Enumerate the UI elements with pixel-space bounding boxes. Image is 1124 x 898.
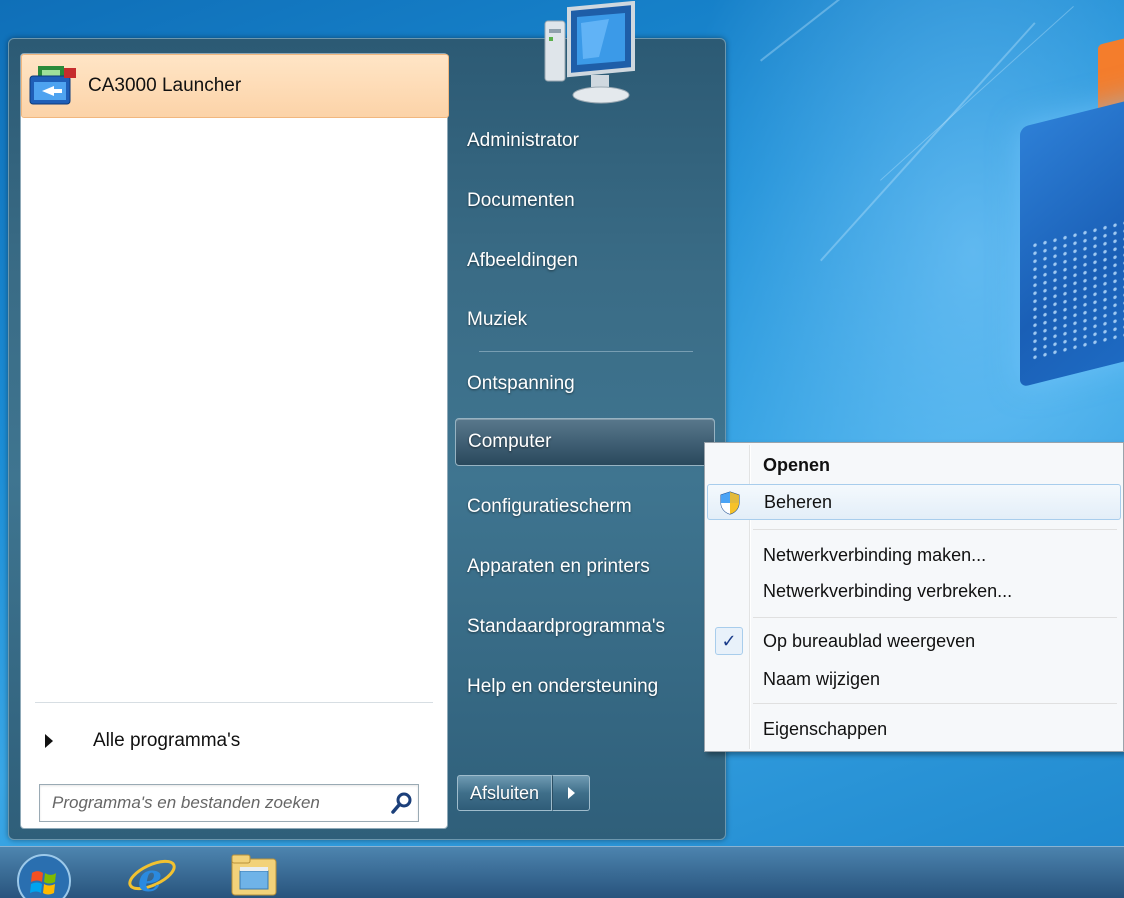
user-picture-computer-icon[interactable]	[529, 0, 649, 131]
shutdown-options-button[interactable]	[552, 775, 591, 811]
context-item-beheren[interactable]: Beheren	[707, 484, 1121, 520]
right-item-afbeeldingen[interactable]: Afbeeldingen	[455, 237, 715, 285]
right-item-computer[interactable]: Computer	[455, 418, 715, 466]
context-item-label: Beheren	[764, 491, 833, 512]
right-item-documenten[interactable]: Documenten	[455, 177, 715, 225]
context-item-netwerkverbinding-verbreken[interactable]: Netwerkverbinding verbreken...	[707, 573, 1121, 609]
context-menu-separator	[753, 703, 1117, 704]
context-item-label: Netwerkverbinding verbreken...	[763, 580, 1013, 601]
pinned-item-ca3000-launcher[interactable]: CA3000 Launcher	[21, 54, 449, 118]
context-item-eigenschappen[interactable]: Eigenschappen	[707, 711, 1121, 747]
all-programs-label: Alle programma's	[93, 730, 241, 751]
right-item-muziek[interactable]: Muziek	[455, 296, 715, 344]
search-input[interactable]	[52, 788, 386, 818]
right-item-ontspanning[interactable]: Ontspanning	[455, 360, 715, 408]
context-item-label: Openen	[763, 454, 831, 475]
right-item-standaardprogrammas[interactable]: Standaardprogramma's	[455, 603, 715, 651]
right-item-administrator[interactable]: Administrator	[455, 117, 715, 165]
context-item-netwerkverbinding-maken[interactable]: Netwerkverbinding maken...	[707, 537, 1121, 573]
start-menu-left-pane: CA3000 Launcher Alle programma's	[20, 53, 449, 829]
context-item-label: Netwerkverbinding maken...	[763, 544, 987, 565]
context-item-op-bureaublad-weergeven[interactable]: ✓ Op bureaublad weergeven	[707, 623, 1121, 659]
right-pane-divider	[479, 351, 693, 352]
right-item-apparaten-en-printers[interactable]: Apparaten en printers	[455, 543, 715, 591]
shutdown-button[interactable]: Afsluiten	[457, 775, 553, 811]
start-menu: CA3000 Launcher Alle programma's Adminis…	[8, 0, 726, 840]
right-item-configuratiescherm[interactable]: Configuratiescherm	[455, 483, 715, 531]
context-item-naam-wijzigen[interactable]: Naam wijzigen	[707, 661, 1121, 697]
checkmark-icon: ✓	[715, 627, 743, 655]
context-item-openen[interactable]: Openen	[707, 447, 1121, 483]
context-item-label: Eigenschappen	[763, 718, 888, 739]
context-menu-separator	[753, 617, 1117, 618]
computer-context-menu: Openen Beheren Netwerkverbinding maken..…	[704, 442, 1124, 752]
shutdown-group: Afsluiten	[457, 775, 591, 811]
context-menu-separator	[753, 529, 1117, 530]
triangle-right-icon	[45, 734, 53, 748]
context-item-label: Naam wijzigen	[763, 668, 881, 689]
triangle-right-icon	[567, 787, 575, 799]
context-item-label: Op bureaublad weergeven	[763, 630, 976, 651]
windows-explorer-icon[interactable]	[226, 853, 282, 897]
internet-explorer-icon[interactable]: e	[124, 851, 180, 898]
taskbar: e	[0, 846, 1124, 898]
windows-logo-dots	[1030, 217, 1124, 363]
ca3000-launcher-icon	[28, 64, 78, 108]
all-programs-button[interactable]: Alle programma's	[21, 718, 449, 764]
pinned-item-label: CA3000 Launcher	[88, 75, 242, 96]
left-pane-divider	[35, 702, 433, 703]
search-icon[interactable]	[386, 787, 418, 819]
right-item-help-en-ondersteuning[interactable]: Help en ondersteuning	[455, 663, 715, 711]
start-orb-icon[interactable]	[12, 851, 76, 898]
svg-text:e: e	[138, 855, 162, 897]
uac-shield-icon	[716, 489, 744, 517]
search-box[interactable]	[39, 784, 419, 822]
